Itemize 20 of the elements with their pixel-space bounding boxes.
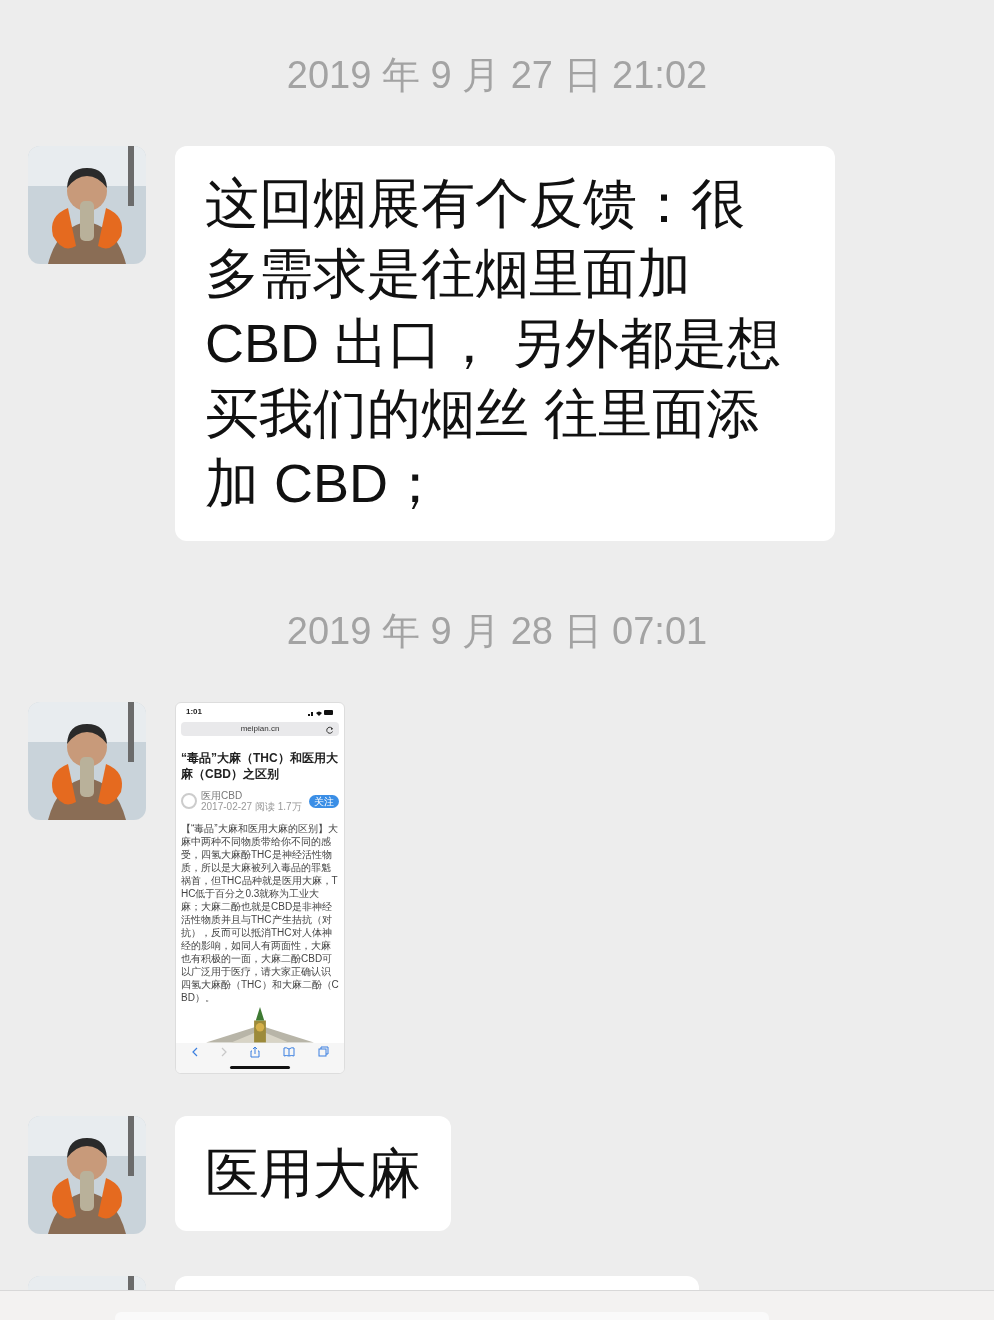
message-bubble: 医用大麻 bbox=[175, 1116, 451, 1231]
back-icon[interactable] bbox=[191, 1046, 198, 1057]
share-icon[interactable] bbox=[249, 1045, 260, 1058]
message-bubble: 这回烟展有个反馈：很 多需求是往烟里面加 CBD 出口， 另外都是想 买我们的烟丝 往里面添 加 CBD； bbox=[175, 146, 835, 541]
article-text: 【“毒品”大麻和医用大麻的区别】大麻中两种不同物质带给你不同的感受，四氢大麻酚THC是神经活性物质，所以是大麻被列入毒品的罪魁祸首，但THC品种就是医用大麻，THC低于百分之0.3就称为工业大麻；大麻二酚也就是CBD是非神经活性物质并且与THC产生拮抗（对抗），反而可以抵消THC对人体神经的影响，如同人有两面性，大麻也有积极的一面，大麻二酚CBD可以广泛用于医疗，请大家正确认识四氢大麻酚（THC）和大麻二酚（CBD）。 bbox=[180, 822, 340, 1005]
url-text: meipian.cn bbox=[240, 723, 280, 736]
tabs-icon[interactable] bbox=[317, 1046, 329, 1058]
author-name: 医用CBD bbox=[201, 790, 244, 802]
article-title: “毒品”大麻（THC）和医用大麻（CBD）之区别 bbox=[180, 750, 339, 784]
book-icon[interactable] bbox=[282, 1046, 295, 1057]
status-time: 1:01 bbox=[186, 706, 202, 718]
status-icons bbox=[308, 708, 334, 716]
author-avatar bbox=[181, 793, 197, 810]
address-bar[interactable]: meipian.cn bbox=[181, 722, 339, 737]
article-meta: 2017-02-27 阅读 1.7万 bbox=[201, 801, 303, 813]
screenshot-card[interactable] bbox=[175, 702, 345, 1074]
home-indicator bbox=[230, 1065, 290, 1069]
timestamp: 2019 年 9 月 27 日 21:02 bbox=[285, 53, 709, 98]
timestamp: 2019 年 9 月 28 日 07:01 bbox=[285, 609, 709, 654]
reload-icon[interactable] bbox=[326, 726, 334, 734]
